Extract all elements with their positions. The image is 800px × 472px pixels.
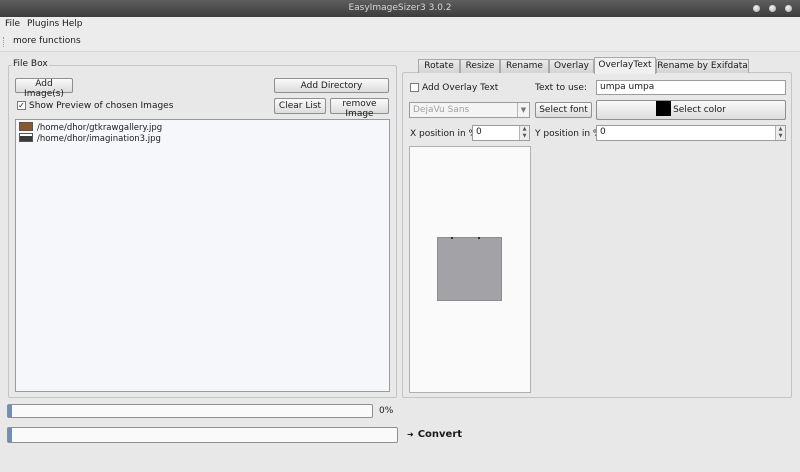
tab-resize[interactable]: Resize	[460, 59, 500, 73]
x-position-label: X position in %	[410, 129, 478, 139]
select-color-label: Select color	[673, 105, 726, 115]
overlay-text-marker	[451, 237, 453, 239]
menu-file[interactable]: File	[5, 19, 20, 29]
spin-up-icon[interactable]: ▲	[775, 126, 785, 133]
convert-button[interactable]: ➜ Convert	[407, 428, 462, 442]
font-select-value: DejaVu Sans	[413, 105, 470, 115]
status-field	[7, 427, 398, 443]
title-bar: EasyImageSizer3 3.0.2	[0, 0, 800, 17]
menu-help[interactable]: Help	[62, 19, 83, 29]
progress-label: 0%	[379, 406, 394, 416]
overlay-text-marker	[478, 237, 480, 239]
color-swatch	[656, 101, 672, 116]
text-to-use-label: Text to use:	[535, 83, 587, 93]
y-position-label: Y position in %	[535, 129, 602, 139]
tab-overlay[interactable]: Overlay	[549, 59, 594, 73]
add-overlay-text-checkbox[interactable]	[410, 83, 419, 92]
more-functions-button[interactable]: more functions	[13, 36, 81, 46]
add-images-button[interactable]: Add Image(s)	[15, 78, 73, 99]
menu-plugins[interactable]: Plugins	[27, 19, 59, 29]
progress-bar	[7, 404, 373, 418]
image-thumbnail-icon	[19, 122, 33, 131]
overlay-text-input[interactable]: umpa umpa	[596, 80, 786, 95]
tab-overlaytext[interactable]: OverlayText	[594, 57, 656, 74]
y-position-value: 0	[600, 127, 606, 137]
x-position-spinbox[interactable]: 0 ▲ ▼	[472, 125, 530, 141]
show-preview-checkbox[interactable]: ✓	[17, 101, 26, 110]
select-color-button[interactable]: Select color	[596, 100, 786, 120]
minimize-icon[interactable]	[753, 5, 760, 12]
show-preview-label: Show Preview of chosen Images	[29, 101, 174, 111]
file-path: /home/dhor/gtkrawgallery.jpg	[37, 123, 163, 133]
add-directory-button[interactable]: Add Directory	[274, 78, 389, 93]
tab-rename[interactable]: Rename	[500, 59, 549, 73]
arrow-right-icon: ➜	[407, 430, 414, 439]
toolbar-grip	[3, 37, 5, 47]
preview-image	[437, 237, 502, 301]
file-box-title: File Box	[12, 59, 49, 69]
toolbar: more functions	[0, 32, 800, 52]
tab-rotate[interactable]: Rotate	[418, 59, 460, 73]
clear-list-button[interactable]: Clear List	[274, 98, 326, 114]
list-item[interactable]: /home/dhor/imagination3.jpg	[19, 133, 161, 144]
spin-up-icon[interactable]: ▲	[519, 126, 529, 133]
menu-bar: File Plugins Help	[0, 17, 800, 32]
maximize-icon[interactable]	[769, 5, 776, 12]
remove-image-button[interactable]: remove Image	[330, 98, 389, 119]
close-icon[interactable]	[785, 5, 792, 12]
progress-fill	[8, 405, 12, 417]
preview-area	[409, 146, 531, 393]
image-thumbnail-icon	[19, 133, 33, 142]
select-font-button[interactable]: Select font	[535, 102, 592, 118]
spin-down-icon[interactable]: ▼	[519, 133, 529, 140]
font-select[interactable]: DejaVu Sans ▼	[409, 102, 530, 118]
chevron-down-icon[interactable]: ▼	[517, 103, 529, 117]
file-path: /home/dhor/imagination3.jpg	[37, 134, 161, 144]
spin-down-icon[interactable]: ▼	[775, 133, 785, 140]
file-list[interactable]: /home/dhor/gtkrawgallery.jpg /home/dhor/…	[15, 119, 390, 392]
x-position-value: 0	[476, 127, 482, 137]
tab-rename-by-exifdata[interactable]: Rename by Exifdata	[656, 59, 749, 73]
y-position-spinbox[interactable]: 0 ▲ ▼	[596, 125, 786, 141]
convert-label: Convert	[417, 429, 463, 440]
window-title: EasyImageSizer3 3.0.2	[348, 3, 452, 13]
list-item[interactable]: /home/dhor/gtkrawgallery.jpg	[19, 122, 162, 133]
add-overlay-text-label: Add Overlay Text	[422, 83, 499, 93]
status-fill	[8, 428, 12, 442]
